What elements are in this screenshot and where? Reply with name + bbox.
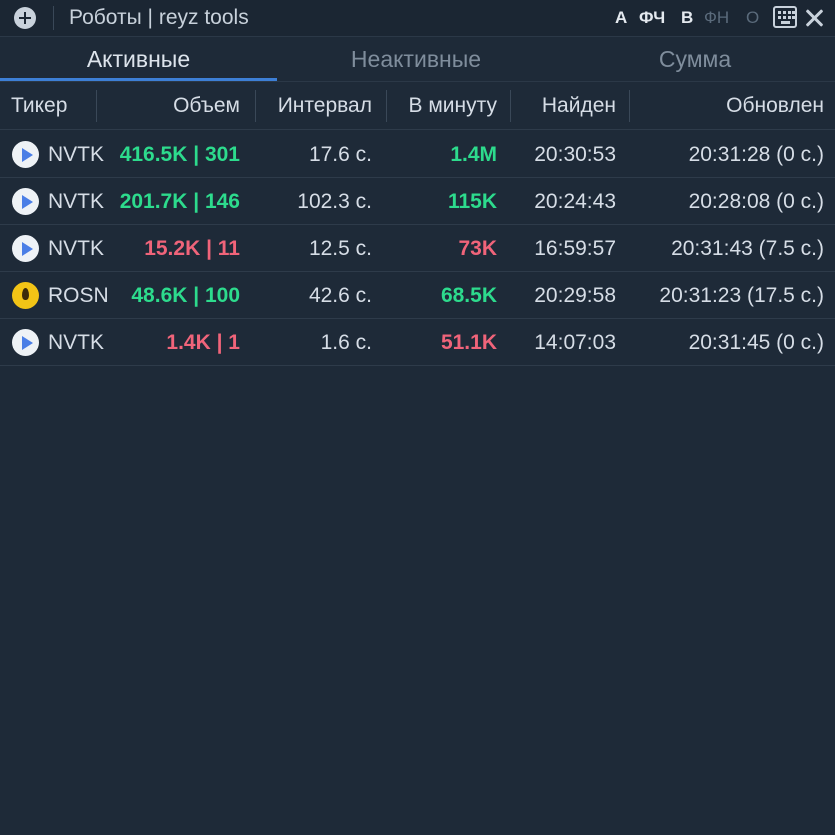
toggle-o[interactable]: О	[746, 8, 759, 28]
table-row[interactable]: NVTK 416.5K | 301 17.6 с. 1.4M 20:30:53 …	[0, 131, 835, 178]
plus-circle-icon[interactable]	[14, 7, 36, 29]
column-divider[interactable]	[510, 90, 511, 122]
column-updated[interactable]: Обновлен	[633, 82, 824, 130]
column-interval[interactable]: Интервал	[258, 82, 372, 130]
interval-cell: 12.5 с.	[308, 237, 372, 260]
toggle-fn[interactable]: ФН	[704, 8, 729, 28]
ticker-cell: NVTK	[48, 237, 105, 260]
column-volume[interactable]: Объем	[100, 82, 240, 130]
per-minute-cell: 68.5K	[440, 284, 497, 307]
tab-bar: Активные Неактивные Сумма	[0, 38, 835, 82]
updated-cell: 20:31:28 (0 с.)	[688, 143, 824, 166]
close-icon[interactable]	[803, 7, 825, 29]
interval-cell: 17.6 с.	[308, 143, 372, 166]
found-cell: 20:24:43	[534, 190, 616, 213]
interval-cell: 102.3 с.	[297, 190, 372, 213]
column-found[interactable]: Найден	[514, 82, 616, 130]
column-ticker[interactable]: Тикер	[11, 82, 67, 130]
updated-cell: 20:28:08 (0 с.)	[688, 190, 824, 213]
per-minute-cell: 73K	[458, 237, 497, 260]
per-minute-cell: 115K	[447, 190, 497, 213]
tab-inactive[interactable]: Неактивные	[277, 38, 555, 82]
updated-cell: 20:31:43 (7.5 с.)	[671, 237, 824, 260]
column-divider[interactable]	[629, 90, 630, 122]
table-row[interactable]: NVTK 201.7K | 146 102.3 с. 115K 20:24:43…	[0, 178, 835, 225]
toggle-a[interactable]: А	[615, 8, 627, 28]
toggle-v[interactable]: В	[681, 8, 693, 28]
found-cell: 20:30:53	[534, 143, 616, 166]
table-row[interactable]: ROSN 48.6K | 100 42.6 с. 68.5K 20:29:58 …	[0, 272, 835, 319]
play-logo-icon	[12, 141, 39, 168]
column-divider[interactable]	[96, 90, 97, 122]
updated-cell: 20:31:45 (0 с.)	[688, 331, 824, 354]
keyboard-icon[interactable]	[773, 6, 797, 28]
tab-sum[interactable]: Сумма	[555, 38, 835, 82]
updated-cell: 20:31:23 (17.5 с.)	[659, 284, 824, 307]
per-minute-cell: 51.1K	[440, 331, 497, 354]
play-logo-icon	[12, 235, 39, 262]
column-per-minute[interactable]: В минуту	[390, 82, 497, 130]
volume-cell: 15.2K | 11	[144, 237, 240, 260]
ticker-cell: NVTK	[48, 143, 105, 166]
play-logo-icon	[12, 188, 39, 215]
table-header: Тикер Объем Интервал В минуту Найден Обн…	[0, 82, 835, 130]
found-cell: 20:29:58	[534, 284, 616, 307]
column-divider[interactable]	[386, 90, 387, 122]
per-minute-cell: 1.4M	[450, 143, 497, 166]
ticker-cell: NVTK	[48, 190, 105, 213]
toggle-fch[interactable]: ФЧ	[639, 8, 665, 28]
table-row[interactable]: NVTK 15.2K | 11 12.5 с. 73K 16:59:57 20:…	[0, 225, 835, 272]
tab-active[interactable]: Активные	[0, 38, 277, 82]
found-cell: 14:07:03	[534, 331, 616, 354]
title-bar: Роботы | reyz tools А ФЧ В ФН О	[0, 0, 835, 37]
volume-cell: 1.4K | 1	[166, 331, 240, 354]
interval-cell: 42.6 с.	[308, 284, 372, 307]
column-divider[interactable]	[255, 90, 256, 122]
volume-cell: 48.6K | 100	[131, 284, 240, 307]
ticker-cell: NVTK	[48, 331, 105, 354]
play-logo-icon	[12, 329, 39, 356]
flame-logo-icon	[12, 282, 39, 309]
interval-cell: 1.6 с.	[320, 331, 372, 354]
title-divider	[53, 6, 54, 30]
active-tab-indicator	[0, 78, 277, 81]
volume-cell: 416.5K | 301	[119, 143, 240, 166]
window-title: Роботы | reyz tools	[69, 6, 249, 29]
volume-cell: 201.7K | 146	[119, 190, 240, 213]
found-cell: 16:59:57	[534, 237, 616, 260]
table-row[interactable]: NVTK 1.4K | 1 1.6 с. 51.1K 14:07:03 20:3…	[0, 319, 835, 366]
